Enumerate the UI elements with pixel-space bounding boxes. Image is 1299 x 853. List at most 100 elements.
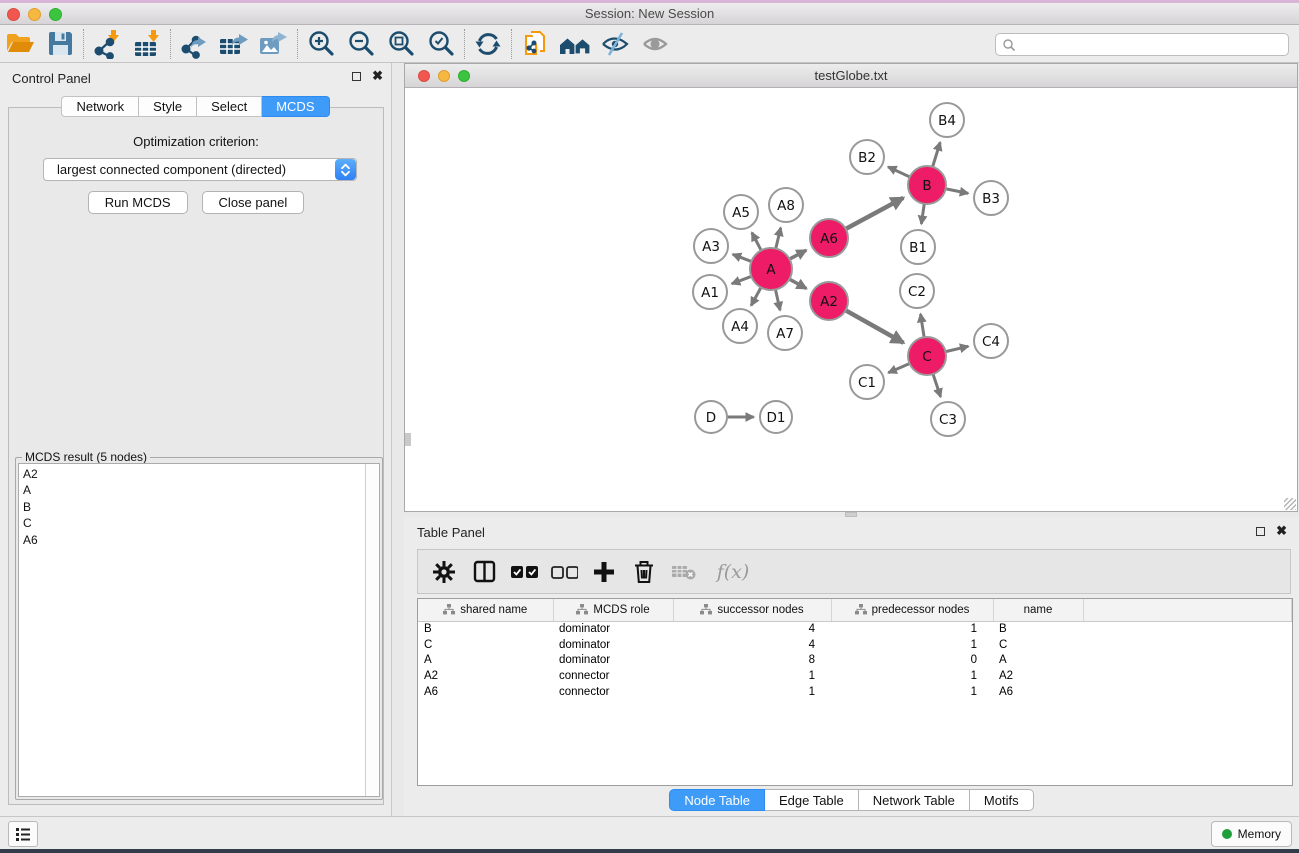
graph-edge-A-A7[interactable] (775, 288, 780, 311)
delete-column-button[interactable] (630, 556, 658, 588)
table-cell[interactable]: A2 (993, 668, 1083, 684)
mcds-result-item[interactable]: C (23, 515, 379, 531)
float-panel-icon[interactable] (352, 72, 361, 81)
graph-node-C1[interactable]: C1 (850, 365, 884, 399)
graph-node-A2[interactable]: A2 (810, 282, 848, 320)
zoom-in-button[interactable] (301, 27, 341, 61)
table-row[interactable]: Cdominator41C (418, 637, 1292, 653)
table-cell[interactable]: 1 (673, 668, 831, 684)
close-table-panel-icon[interactable]: ✖ (1276, 526, 1287, 536)
graph-node-A6[interactable]: A6 (810, 219, 848, 257)
table-row[interactable]: A6connector11A6 (418, 684, 1292, 700)
mcds-result-list[interactable]: A2ABCA6 (18, 463, 380, 797)
table-cell[interactable]: A6 (993, 684, 1083, 700)
export-network-button[interactable] (174, 27, 214, 61)
graph-edge-A6-B[interactable] (844, 198, 903, 230)
deselect-all-button[interactable] (550, 556, 578, 588)
column-header-predecessor-nodes[interactable]: predecessor nodes (831, 599, 993, 621)
column-header-successor-nodes[interactable]: successor nodes (673, 599, 831, 621)
graph-edge-B-B1[interactable] (921, 202, 924, 224)
graph-edge-C-C1[interactable] (888, 363, 911, 373)
graph-edge-A-A1[interactable] (732, 276, 753, 284)
graph-node-A1[interactable]: A1 (693, 275, 727, 309)
table-cell[interactable]: C (418, 637, 553, 653)
table-settings-button[interactable] (430, 556, 458, 588)
graph-edge-A-A5[interactable] (752, 233, 762, 253)
save-session-button[interactable] (40, 27, 80, 61)
graph-node-C3[interactable]: C3 (931, 402, 965, 436)
table-cell[interactable]: 4 (673, 621, 831, 637)
table-cell[interactable]: connector (553, 668, 673, 684)
close-panel-icon[interactable]: ✖ (372, 71, 383, 81)
graph-node-B[interactable]: B (908, 166, 946, 204)
tab-select[interactable]: Select (197, 96, 262, 117)
tab-style[interactable]: Style (139, 96, 197, 117)
table-row[interactable]: A2connector11A2 (418, 668, 1292, 684)
tab-network[interactable]: Network (61, 96, 139, 117)
graph-edge-B-B4[interactable] (932, 142, 940, 168)
graph-edge-B-B2[interactable] (888, 167, 911, 178)
zoom-selected-button[interactable] (421, 27, 461, 61)
graph-node-A5[interactable]: A5 (724, 195, 758, 229)
graph-node-B1[interactable]: B1 (901, 230, 935, 264)
tab-network-table[interactable]: Network Table (859, 789, 970, 811)
graph-edge-A-A8[interactable] (775, 228, 780, 251)
graph-edge-A-A4[interactable] (751, 286, 762, 306)
table-cell[interactable]: dominator (553, 653, 673, 669)
show-all-button[interactable] (635, 27, 675, 61)
table-cell[interactable]: A (993, 653, 1083, 669)
table-cell[interactable]: B (993, 621, 1083, 637)
graph-node-A[interactable]: A (750, 248, 792, 290)
open-session-button[interactable] (0, 27, 40, 61)
mcds-result-scrollbar[interactable] (365, 464, 379, 796)
table-cell[interactable]: 1 (831, 637, 993, 653)
zoom-out-button[interactable] (341, 27, 381, 61)
table-cell[interactable]: B (418, 621, 553, 637)
close-panel-button[interactable]: Close panel (202, 191, 305, 214)
add-column-button[interactable] (590, 556, 618, 588)
tab-node-table[interactable]: Node Table (669, 789, 765, 811)
table-row[interactable]: Adominator80A (418, 653, 1292, 669)
column-header-shared-name[interactable]: shared name (418, 599, 553, 621)
mcds-result-item[interactable]: B (23, 499, 379, 515)
mcds-result-item[interactable]: A (23, 482, 379, 498)
graph-node-B4[interactable]: B4 (930, 103, 964, 137)
mcds-result-item[interactable]: A6 (23, 532, 379, 548)
export-image-button[interactable] (254, 27, 294, 61)
graph-edge-A2-C[interactable] (844, 309, 904, 342)
graph-node-B2[interactable]: B2 (850, 140, 884, 174)
graph-node-B3[interactable]: B3 (974, 181, 1008, 215)
table-cell[interactable]: 1 (831, 621, 993, 637)
graph-edge-A-A2[interactable] (788, 278, 807, 288)
graph-node-A4[interactable]: A4 (723, 309, 757, 343)
table-cell[interactable]: connector (553, 684, 673, 700)
column-header-name[interactable]: name (993, 599, 1083, 621)
table-cell[interactable]: 4 (673, 637, 831, 653)
run-mcds-button[interactable]: Run MCDS (88, 191, 188, 214)
table-cell[interactable]: 8 (673, 653, 831, 669)
table-cell[interactable]: 1 (673, 684, 831, 700)
zoom-fit-button[interactable] (381, 27, 421, 61)
graph-node-D1[interactable]: D1 (760, 401, 792, 433)
table-cell[interactable]: A2 (418, 668, 553, 684)
graph-node-C4[interactable]: C4 (974, 324, 1008, 358)
show-panels-button[interactable] (8, 821, 38, 847)
memory-button[interactable]: Memory (1211, 821, 1292, 847)
graph-node-A3[interactable]: A3 (694, 229, 728, 263)
float-table-panel-icon[interactable] (1256, 527, 1265, 536)
home-button[interactable] (555, 27, 595, 61)
graph-edge-B-B3[interactable] (944, 188, 969, 193)
table-cell[interactable]: A6 (418, 684, 553, 700)
search-input[interactable] (1016, 38, 1288, 52)
network-vertical-scrollbar[interactable] (405, 433, 411, 446)
table-cell[interactable]: 1 (831, 668, 993, 684)
tab-edge-table[interactable]: Edge Table (765, 789, 859, 811)
graph-node-A7[interactable]: A7 (768, 316, 802, 350)
graph-node-C2[interactable]: C2 (900, 274, 934, 308)
column-header-mcds-role[interactable]: MCDS role (553, 599, 673, 621)
table-cell[interactable]: 1 (831, 684, 993, 700)
refresh-button[interactable] (468, 27, 508, 61)
table-row[interactable]: Bdominator41B (418, 621, 1292, 637)
graph-edge-C-C2[interactable] (921, 314, 925, 339)
node-table[interactable]: shared nameMCDS rolesuccessor nodesprede… (417, 598, 1293, 786)
